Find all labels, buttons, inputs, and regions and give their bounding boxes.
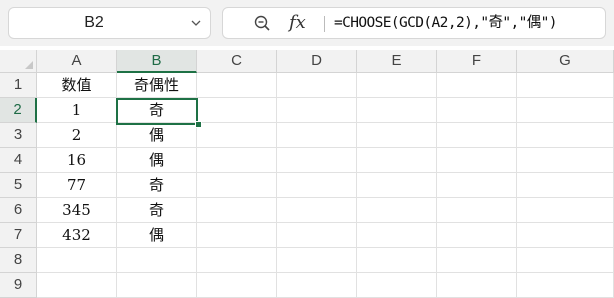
- cell-g8[interactable]: [517, 248, 614, 273]
- row-header-2[interactable]: 2: [0, 98, 37, 123]
- cell-e8[interactable]: [357, 248, 437, 273]
- cell-c4[interactable]: [197, 148, 277, 173]
- cell-g2[interactable]: [517, 98, 614, 123]
- cell-e6[interactable]: [357, 198, 437, 223]
- cell-f2[interactable]: [437, 98, 517, 123]
- cell-e9[interactable]: [357, 273, 437, 298]
- cell-f1[interactable]: [437, 73, 517, 98]
- row-header-5[interactable]: 5: [0, 173, 37, 198]
- row-header-6[interactable]: 6: [0, 198, 37, 223]
- cell-a6[interactable]: 345: [37, 198, 117, 223]
- name-box-value[interactable]: B2: [9, 8, 179, 38]
- cell-a5[interactable]: 77: [37, 173, 117, 198]
- cell-c5[interactable]: [197, 173, 277, 198]
- cell-a2[interactable]: 1: [37, 98, 117, 123]
- formula-separator: [324, 16, 325, 32]
- cell-b1[interactable]: 奇偶性: [117, 73, 197, 98]
- cell-f4[interactable]: [437, 148, 517, 173]
- row-header-7[interactable]: 7: [0, 223, 37, 248]
- formula-input[interactable]: =CHOOSE(GCD(A2,2),"奇","偶"): [334, 8, 558, 38]
- column-header-g[interactable]: G: [517, 50, 614, 73]
- cell-a7[interactable]: 432: [37, 223, 117, 248]
- cell-d8[interactable]: [277, 248, 357, 273]
- cell-e2[interactable]: [357, 98, 437, 123]
- column-header-a[interactable]: A: [37, 50, 117, 73]
- cell-c2[interactable]: [197, 98, 277, 123]
- cell-c3[interactable]: [197, 123, 277, 148]
- cell-g3[interactable]: [517, 123, 614, 148]
- column-header-f[interactable]: F: [437, 50, 517, 73]
- cell-c6[interactable]: [197, 198, 277, 223]
- row-header-4[interactable]: 4: [0, 148, 37, 173]
- cell-f5[interactable]: [437, 173, 517, 198]
- cell-b9[interactable]: [117, 273, 197, 298]
- cell-g6[interactable]: [517, 198, 614, 223]
- formula-toolbar: B2 fx =CHOOSE(GCD(A2,2),"奇","偶"): [0, 0, 614, 46]
- spreadsheet-grid[interactable]: ABCDEFG 123456789 数值 奇偶性 1 奇 2 偶 16 偶 77 奇 345 奇 432…: [0, 50, 614, 298]
- cell-c1[interactable]: [197, 73, 277, 98]
- formula-bar[interactable]: fx =CHOOSE(GCD(A2,2),"奇","偶"): [222, 7, 606, 39]
- select-all-corner[interactable]: [0, 50, 37, 73]
- cell-b4[interactable]: 偶: [117, 148, 197, 173]
- cell-d5[interactable]: [277, 173, 357, 198]
- cell-g1[interactable]: [517, 73, 614, 98]
- cell-f6[interactable]: [437, 198, 517, 223]
- row-header-9[interactable]: 9: [0, 273, 37, 298]
- cell-f8[interactable]: [437, 248, 517, 273]
- cell-d6[interactable]: [277, 198, 357, 223]
- cell-e1[interactable]: [357, 73, 437, 98]
- cell-a8[interactable]: [37, 248, 117, 273]
- row-header-3[interactable]: 3: [0, 123, 37, 148]
- cell-g7[interactable]: [517, 223, 614, 248]
- cell-b3[interactable]: 偶: [117, 123, 197, 148]
- chevron-down-icon[interactable]: [190, 17, 202, 29]
- column-header-e[interactable]: E: [357, 50, 437, 73]
- cell-g9[interactable]: [517, 273, 614, 298]
- cell-b5[interactable]: 奇: [117, 173, 197, 198]
- zoom-icon[interactable]: [253, 14, 271, 32]
- fx-icon[interactable]: fx: [289, 11, 306, 35]
- cell-d7[interactable]: [277, 223, 357, 248]
- fill-handle[interactable]: [195, 121, 202, 128]
- cell-f9[interactable]: [437, 273, 517, 298]
- cell-c9[interactable]: [197, 273, 277, 298]
- cell-g5[interactable]: [517, 173, 614, 198]
- cell-a3[interactable]: 2: [37, 123, 117, 148]
- cell-g4[interactable]: [517, 148, 614, 173]
- cell-b7[interactable]: 偶: [117, 223, 197, 248]
- column-header-b[interactable]: B: [117, 50, 197, 73]
- cell-f3[interactable]: [437, 123, 517, 148]
- cell-c8[interactable]: [197, 248, 277, 273]
- cell-d9[interactable]: [277, 273, 357, 298]
- cell-f7[interactable]: [437, 223, 517, 248]
- cell-c7[interactable]: [197, 223, 277, 248]
- cell-a1[interactable]: 数值: [37, 73, 117, 98]
- row-header-1[interactable]: 1: [0, 73, 37, 98]
- column-header-d[interactable]: D: [277, 50, 357, 73]
- row-header-8[interactable]: 8: [0, 248, 37, 273]
- cell-b2[interactable]: 奇: [117, 98, 197, 123]
- name-box[interactable]: B2: [8, 7, 211, 39]
- cell-a4[interactable]: 16: [37, 148, 117, 173]
- cell-d1[interactable]: [277, 73, 357, 98]
- cell-d2[interactable]: [277, 98, 357, 123]
- column-header-c[interactable]: C: [197, 50, 277, 73]
- cell-d4[interactable]: [277, 148, 357, 173]
- cell-a9[interactable]: [37, 273, 117, 298]
- cell-e7[interactable]: [357, 223, 437, 248]
- cell-b8[interactable]: [117, 248, 197, 273]
- cell-e3[interactable]: [357, 123, 437, 148]
- cell-e5[interactable]: [357, 173, 437, 198]
- cell-d3[interactable]: [277, 123, 357, 148]
- cell-e4[interactable]: [357, 148, 437, 173]
- cell-b6[interactable]: 奇: [117, 198, 197, 223]
